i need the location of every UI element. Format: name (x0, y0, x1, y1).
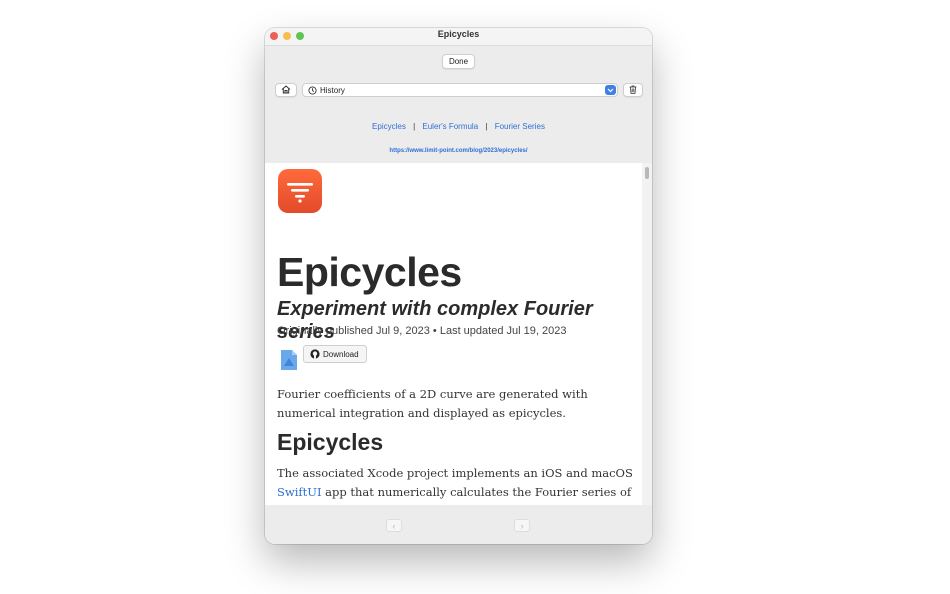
chevron-down-icon (605, 85, 616, 95)
app-window: Epicycles Done History Epicycles | Euler… (265, 28, 652, 544)
link-fourier-series[interactable]: Fourier Series (495, 122, 545, 131)
link-eulers-formula[interactable]: Euler's Formula (422, 122, 478, 131)
title-bar: Epicycles (265, 28, 652, 46)
bottom-bar: ‹ › (265, 505, 652, 544)
paragraph-text: app that numerically calculates the Four… (321, 485, 632, 499)
forward-button[interactable]: › (514, 519, 530, 532)
body-paragraph: The associated Xcode project implements … (277, 464, 637, 502)
publish-date: Originally published Jul 9, 2023 • Last … (277, 325, 567, 337)
web-content[interactable]: Epicycles Experiment with complex Fourie… (265, 163, 642, 505)
github-icon (310, 349, 320, 361)
swiftui-link[interactable]: SwiftUI (277, 485, 322, 499)
download-button[interactable]: Download (303, 345, 367, 363)
chevron-right-icon: › (520, 520, 524, 531)
link-separator: | (413, 122, 416, 131)
chevron-left-icon: ‹ (392, 520, 396, 531)
article-subtitle: Experiment with complex Fourier series (277, 298, 593, 343)
delete-button[interactable] (623, 83, 643, 97)
scrollbar[interactable] (642, 163, 652, 505)
window-title: Epicycles (437, 29, 480, 39)
done-button[interactable]: Done (442, 54, 475, 69)
paragraph-text: The associated Xcode project implements … (277, 466, 633, 480)
history-dropdown[interactable]: History (302, 83, 618, 97)
link-bar: Epicycles | Euler's Formula | Fourier Se… (265, 122, 652, 131)
link-epicycles[interactable]: Epicycles (372, 122, 406, 131)
article-title: Epicycles (277, 249, 462, 295)
scroll-thumb[interactable] (645, 167, 649, 179)
clock-icon (308, 86, 317, 97)
page-url-link[interactable]: https://www.limit-point.com/blog/2023/ep… (265, 148, 652, 154)
section-heading: Epicycles (277, 429, 384, 455)
back-button[interactable]: ‹ (386, 519, 402, 532)
document-icon (280, 349, 298, 371)
history-label: History (320, 86, 345, 95)
link-separator: | (485, 122, 488, 131)
home-icon (281, 84, 291, 96)
home-button[interactable] (275, 83, 297, 97)
trash-icon (629, 85, 637, 96)
app-icon (278, 169, 322, 213)
intro-paragraph: Fourier coefficients of a 2D curve are g… (277, 387, 588, 420)
download-label: Download (323, 350, 359, 359)
